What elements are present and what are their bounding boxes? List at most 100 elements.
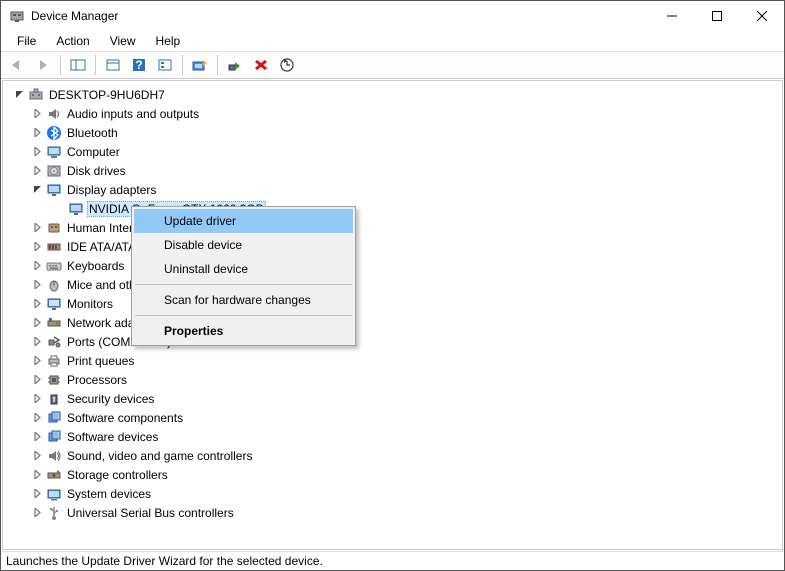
expand-icon[interactable] <box>29 505 45 521</box>
expand-icon[interactable] <box>29 277 45 293</box>
toolbar-separator <box>182 55 183 75</box>
expand-icon[interactable] <box>29 125 45 141</box>
expand-icon[interactable] <box>29 391 45 407</box>
scan-hardware-button[interactable] <box>188 54 212 76</box>
action-button[interactable] <box>153 54 177 76</box>
expand-icon[interactable] <box>29 220 45 236</box>
collapse-icon[interactable] <box>11 87 27 103</box>
expand-icon[interactable] <box>29 372 45 388</box>
device-tree: DESKTOP-9HU6DH7Audio inputs and outputs B… <box>3 81 782 526</box>
context-update-driver[interactable]: Update driver <box>134 209 353 233</box>
svg-text:?: ? <box>135 58 142 72</box>
tree-item-label: Processors <box>65 372 129 388</box>
uninstall-device-button[interactable] <box>249 54 273 76</box>
tree-category[interactable]: IDE ATA/ATAPI controllers <box>7 237 782 256</box>
audio-icon <box>45 106 63 122</box>
tree-category[interactable]: Ports (COM & LPT) <box>7 332 782 351</box>
help-button[interactable]: ? <box>127 54 151 76</box>
app-icon <box>9 8 25 24</box>
tree-category[interactable]: Storage controllers <box>7 465 782 484</box>
expand-icon[interactable] <box>29 334 45 350</box>
tree-device[interactable]: NVIDIA GeForce GTX 1060 3GB <box>7 199 782 218</box>
expand-icon[interactable] <box>29 144 45 160</box>
expand-icon[interactable] <box>29 353 45 369</box>
software-icon <box>45 429 63 445</box>
context-separator <box>135 315 352 316</box>
show-hide-console-button[interactable] <box>66 54 90 76</box>
context-separator <box>135 284 352 285</box>
expand-icon[interactable] <box>29 163 45 179</box>
tree-category[interactable]: System devices <box>7 484 782 503</box>
bluetooth-icon <box>45 125 63 141</box>
context-menu: Update driver Disable device Uninstall d… <box>131 206 356 346</box>
expand-icon[interactable] <box>29 239 45 255</box>
tree-root-node[interactable]: DESKTOP-9HU6DH7 <box>7 85 782 104</box>
menu-help[interactable]: Help <box>148 32 189 50</box>
update-driver-button[interactable] <box>275 54 299 76</box>
toolbar: ? <box>1 51 784 79</box>
expand-icon[interactable] <box>29 258 45 274</box>
collapse-icon[interactable] <box>29 182 45 198</box>
security-icon <box>45 391 63 407</box>
expand-icon[interactable] <box>29 410 45 426</box>
tree-category[interactable]: Network adapters <box>7 313 782 332</box>
back-button[interactable] <box>5 54 29 76</box>
menubar: File Action View Help <box>1 31 784 51</box>
mouse-icon <box>45 277 63 293</box>
expand-icon[interactable] <box>29 106 45 122</box>
close-button[interactable] <box>739 1 784 31</box>
minimize-button[interactable] <box>649 1 694 31</box>
ports-icon <box>45 334 63 350</box>
toolbar-separator <box>95 55 96 75</box>
tree-item-label: Disk drives <box>65 163 128 179</box>
context-disable-device[interactable]: Disable device <box>134 233 353 257</box>
tree-category[interactable]: Audio inputs and outputs <box>7 104 782 123</box>
tree-category[interactable]: Bluetooth <box>7 123 782 142</box>
tree-category[interactable]: Software devices <box>7 427 782 446</box>
tree-category[interactable]: Human Interface Devices <box>7 218 782 237</box>
system-icon <box>45 486 63 502</box>
monitor-icon <box>45 296 63 312</box>
tree-category[interactable]: Display adapters <box>7 180 782 199</box>
maximize-button[interactable] <box>694 1 739 31</box>
properties-button[interactable] <box>101 54 125 76</box>
network-icon <box>45 315 63 331</box>
tree-item-label: Monitors <box>65 296 115 312</box>
toolbar-separator <box>60 55 61 75</box>
menu-view[interactable]: View <box>102 32 144 50</box>
device-tree-pane[interactable]: DESKTOP-9HU6DH7Audio inputs and outputs B… <box>2 80 783 550</box>
tree-category[interactable]: Computer <box>7 142 782 161</box>
tree-category[interactable]: Mice and other pointing devices <box>7 275 782 294</box>
computer-icon <box>45 144 63 160</box>
tree-item-label: Display adapters <box>65 182 158 198</box>
tree-category[interactable]: Keyboards <box>7 256 782 275</box>
enable-device-button[interactable] <box>223 54 247 76</box>
tree-category[interactable]: Processors <box>7 370 782 389</box>
context-properties[interactable]: Properties <box>134 319 353 343</box>
expand-icon[interactable] <box>29 315 45 331</box>
sound-icon <box>45 448 63 464</box>
tree-item-label: DESKTOP-9HU6DH7 <box>47 87 167 103</box>
statusbar: Launches the Update Driver Wizard for th… <box>2 551 783 569</box>
tree-category[interactable]: Software components <box>7 408 782 427</box>
tree-category[interactable]: Sound, video and game controllers <box>7 446 782 465</box>
context-uninstall-device[interactable]: Uninstall device <box>134 257 353 281</box>
tree-category[interactable]: Print queues <box>7 351 782 370</box>
tree-item-label: Bluetooth <box>65 125 120 141</box>
tree-category[interactable]: Security devices <box>7 389 782 408</box>
expand-icon[interactable] <box>29 486 45 502</box>
tree-category[interactable]: Disk drives <box>7 161 782 180</box>
expand-icon[interactable] <box>29 467 45 483</box>
expand-icon[interactable] <box>29 429 45 445</box>
tree-category[interactable]: Monitors <box>7 294 782 313</box>
titlebar: Device Manager <box>1 1 784 31</box>
expand-icon[interactable] <box>29 296 45 312</box>
expand-icon[interactable] <box>29 448 45 464</box>
forward-button[interactable] <box>31 54 55 76</box>
context-scan-hardware[interactable]: Scan for hardware changes <box>134 288 353 312</box>
tree-category[interactable]: Universal Serial Bus controllers <box>7 503 782 522</box>
menu-file[interactable]: File <box>9 32 44 50</box>
toolbar-separator <box>217 55 218 75</box>
window-title: Device Manager <box>31 9 649 23</box>
menu-action[interactable]: Action <box>48 32 97 50</box>
